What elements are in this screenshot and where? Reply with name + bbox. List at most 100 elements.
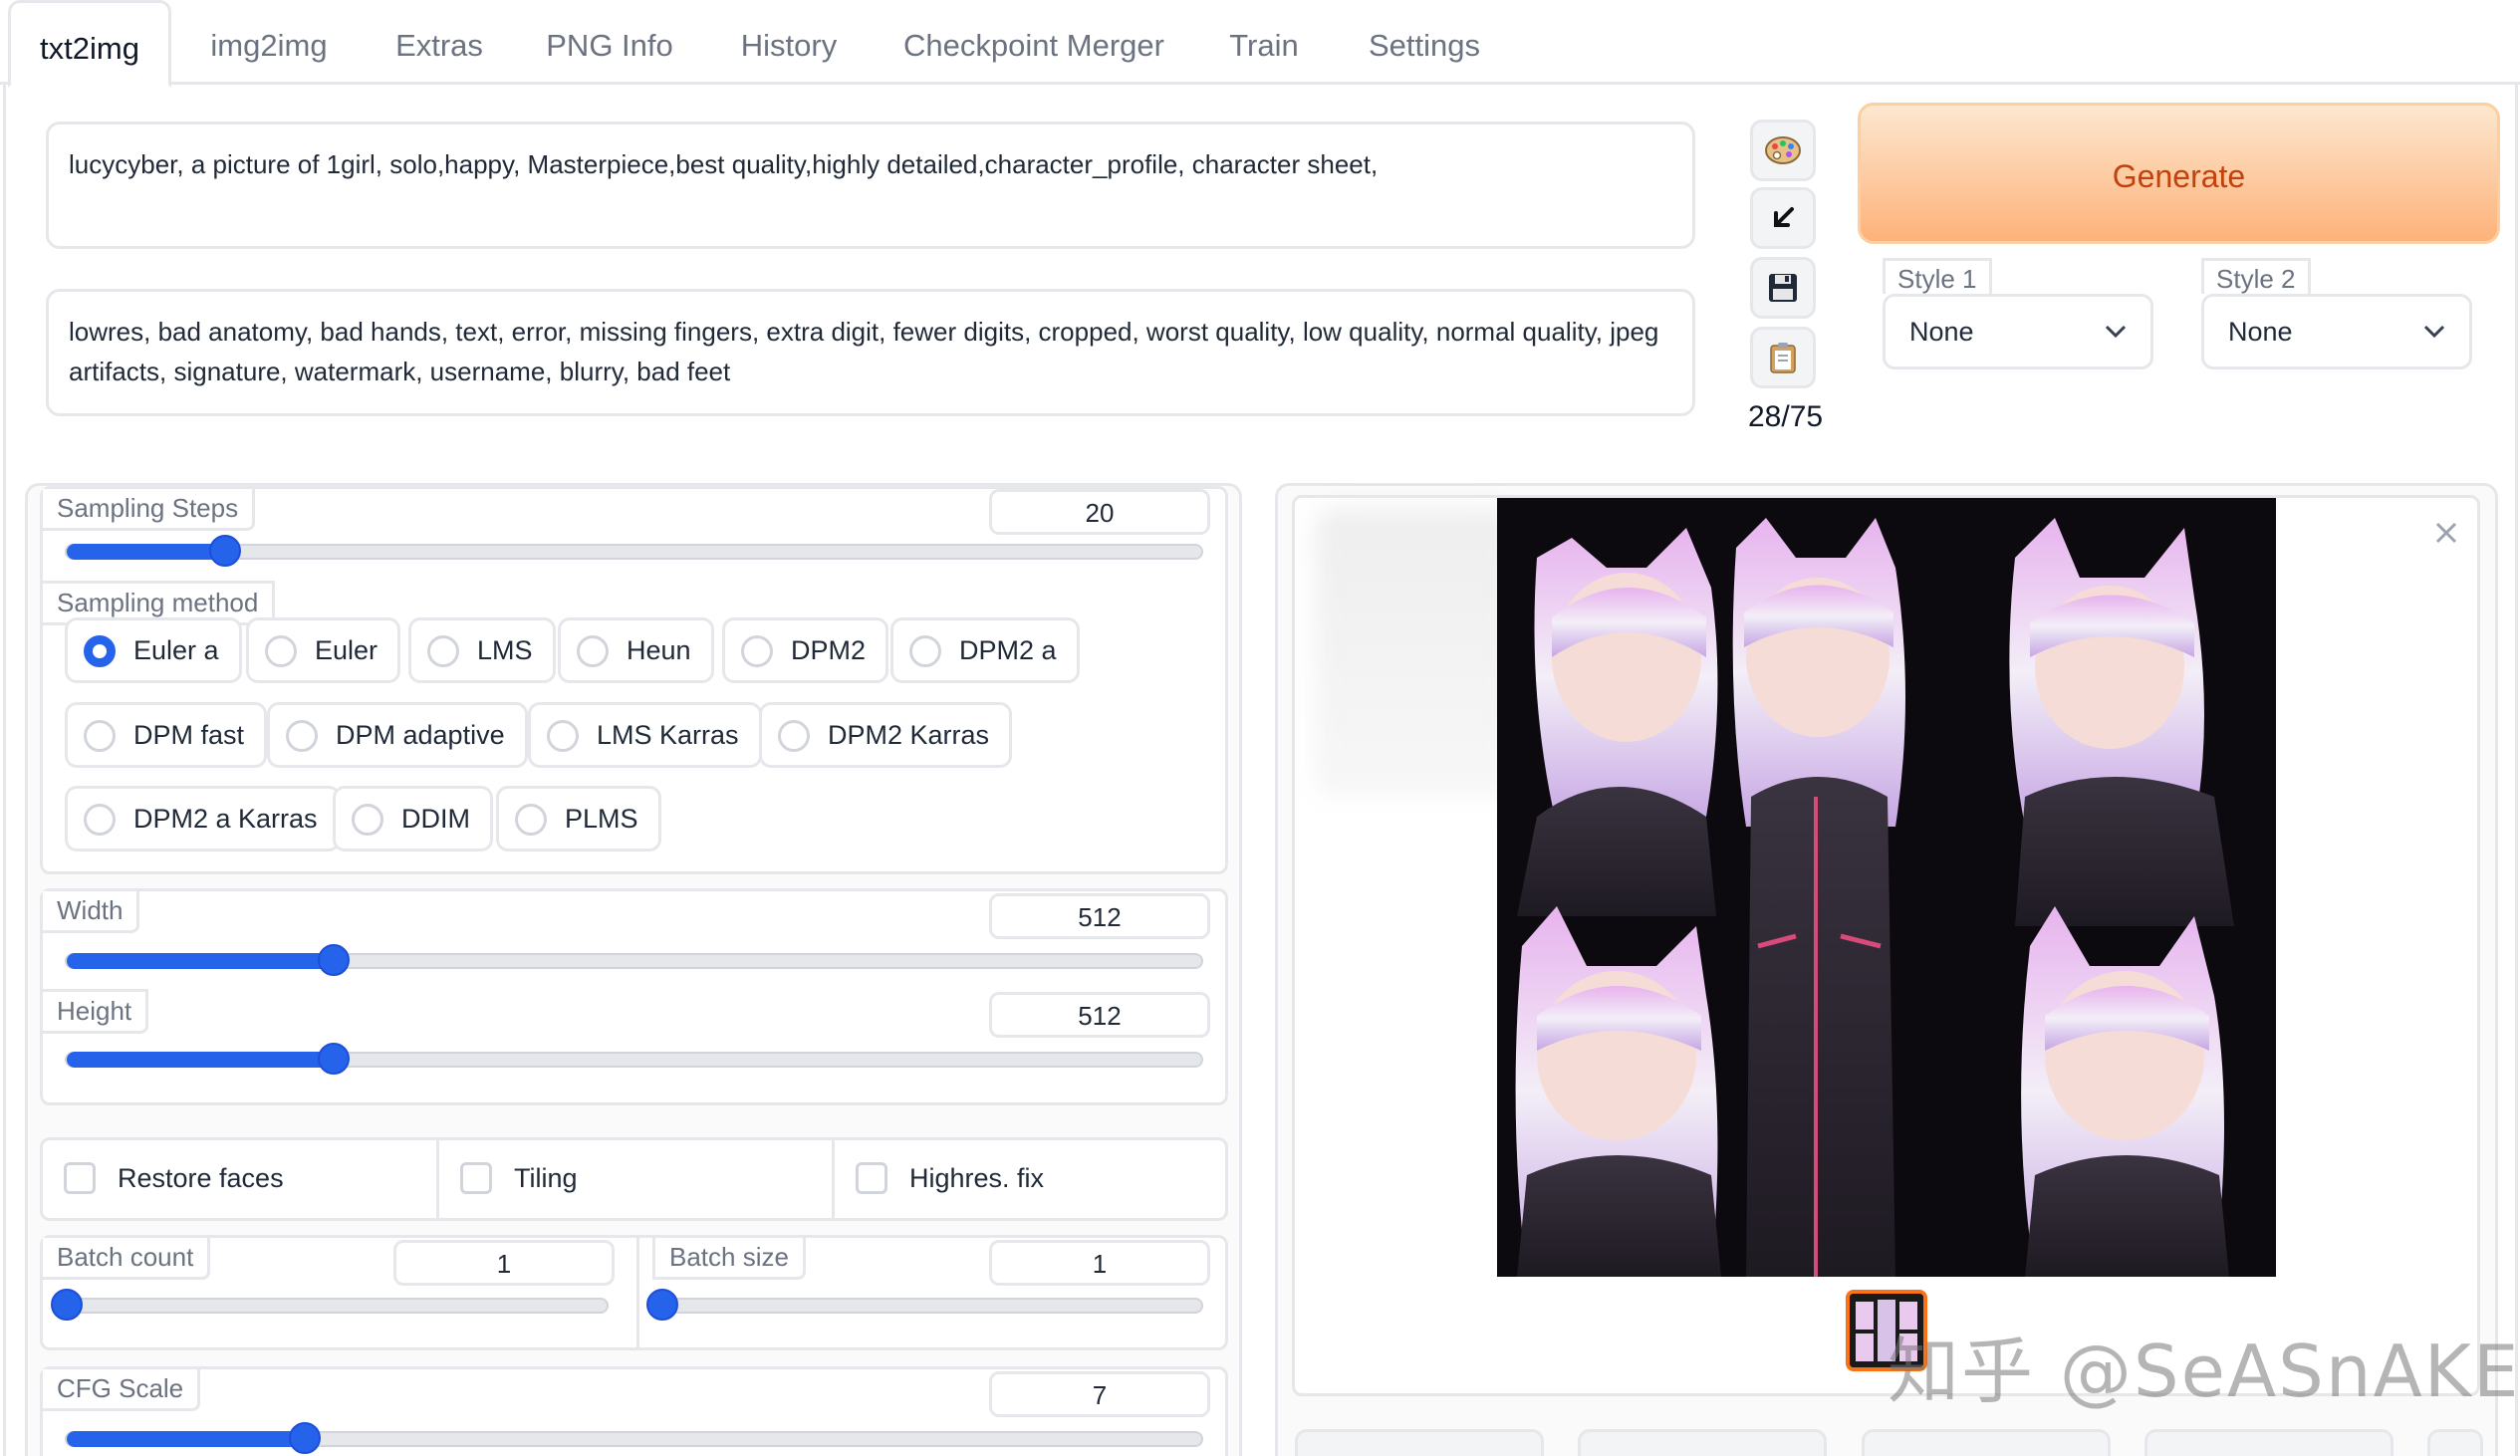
watermark: 知乎 @SeASnAKE [1888, 1330, 2520, 1413]
sampling-steps-fill [67, 544, 226, 560]
negative-prompt-text: lowres, bad anatomy, bad hands, text, er… [69, 317, 1659, 386]
checkbox-label: Tiling [514, 1163, 578, 1193]
style1-select[interactable]: None [1883, 294, 2153, 369]
width-input[interactable]: 512 [989, 893, 1210, 939]
tab-label: Extras [395, 28, 483, 63]
sampling-steps-handle[interactable] [209, 535, 242, 567]
radio-plms[interactable]: PLMS [496, 786, 661, 851]
tab-label: History [740, 28, 838, 63]
radio-label: DPM2 Karras [828, 720, 990, 750]
radio-dpm2-karras[interactable]: DPM2 Karras [759, 702, 1013, 768]
negative-prompt-input[interactable]: lowres, bad anatomy, bad hands, text, er… [46, 289, 1695, 416]
batch-block: Batch count 1 Batch size 1 [40, 1235, 1228, 1350]
tab-label: img2img [210, 28, 328, 63]
batch-size-label: Batch size [652, 1238, 806, 1280]
tab-txt2img[interactable]: txt2img [8, 0, 171, 88]
batch-size-input[interactable]: 1 [989, 1240, 1210, 1286]
radio-label: Euler a [133, 635, 219, 665]
radio-euler-a[interactable]: Euler a [65, 617, 242, 683]
sampling-steps-label: Sampling Steps [43, 489, 256, 531]
read-params-button[interactable] [1750, 187, 1816, 249]
height-fill [67, 1052, 334, 1068]
batch-size-handle[interactable] [646, 1289, 678, 1321]
width-handle[interactable] [317, 944, 350, 976]
tab-settings[interactable]: Settings [1347, 0, 1502, 85]
cfg-scale-input[interactable]: 7 [989, 1371, 1210, 1417]
tab-train[interactable]: Train [1209, 0, 1319, 85]
radio-dot [577, 635, 609, 667]
send-button[interactable] [1578, 1429, 1827, 1456]
radio-dpm-fast[interactable]: DPM fast [65, 702, 268, 768]
generated-image[interactable] [1497, 498, 2276, 1277]
restore-faces-checkbox[interactable]: Restore faces [64, 1158, 284, 1198]
radio-dot [778, 720, 810, 752]
tab-bar: txt2img img2img Extras PNG Info History … [0, 0, 2520, 88]
highres-fix-checkbox[interactable]: Highres. fix [856, 1158, 1044, 1198]
tab-label: txt2img [40, 31, 139, 66]
radio-dpm2-a[interactable]: DPM2 a [890, 617, 1080, 683]
batch-size-slider[interactable] [646, 1289, 1203, 1321]
radio-dpm2-a-karras[interactable]: DPM2 a Karras [65, 786, 341, 851]
sampling-steps-input[interactable]: 20 [989, 489, 1210, 535]
radio-dpm2[interactable]: DPM2 [722, 617, 889, 683]
tab-img2img[interactable]: img2img [189, 0, 349, 85]
prompt-input[interactable]: lucycyber, a picture of 1girl, solo,happ… [46, 121, 1695, 249]
send-button[interactable] [1295, 1429, 1544, 1456]
send-button[interactable] [1862, 1429, 2111, 1456]
checkbox-label: Restore faces [118, 1163, 284, 1193]
radio-label: DDIM [401, 804, 470, 834]
generate-button[interactable]: Generate [1858, 103, 2500, 244]
width-slider[interactable] [65, 944, 1203, 976]
radio-ddim[interactable]: DDIM [333, 786, 493, 851]
tab-label: Settings [1368, 28, 1480, 63]
radio-lms-karras[interactable]: LMS Karras [528, 702, 762, 768]
radio-label: PLMS [565, 804, 638, 834]
height-handle[interactable] [317, 1043, 350, 1075]
width-fill [67, 953, 334, 969]
clipboard-icon [1770, 343, 1796, 373]
tab-extras[interactable]: Extras [377, 0, 502, 85]
radio-lms[interactable]: LMS [408, 617, 556, 683]
radio-dot [84, 720, 116, 752]
style1-value: None [1909, 317, 1974, 347]
batch-count-handle[interactable] [51, 1289, 83, 1321]
sampling-steps-slider[interactable] [65, 535, 1203, 567]
radio-dot [547, 720, 579, 752]
send-button[interactable] [2427, 1429, 2483, 1456]
radio-dpm-adaptive[interactable]: DPM adaptive [267, 702, 528, 768]
style2-value: None [2228, 317, 2293, 347]
tiling-checkbox[interactable]: Tiling [460, 1158, 578, 1198]
prompt-text: lucycyber, a picture of 1girl, solo,happ… [69, 149, 1379, 179]
cfg-scale-slider[interactable] [65, 1422, 1203, 1454]
save-style-button[interactable] [1750, 257, 1816, 319]
height-slider[interactable] [65, 1043, 1203, 1075]
checkbox-box [64, 1162, 96, 1194]
style2-select[interactable]: None [2201, 294, 2472, 369]
radio-dot [84, 635, 116, 667]
radio-euler[interactable]: Euler [246, 617, 401, 683]
arrow-down-left-icon [1774, 207, 1794, 227]
tab-png-info[interactable]: PNG Info [530, 0, 689, 85]
chevron-down-icon [2421, 297, 2447, 392]
cfg-scale-label: CFG Scale [43, 1369, 201, 1411]
tab-label: Checkpoint Merger [903, 28, 1164, 63]
radio-heun[interactable]: Heun [558, 617, 714, 683]
batch-count-label: Batch count [43, 1238, 211, 1280]
batch-count-input[interactable]: 1 [393, 1240, 615, 1286]
radio-label: LMS [477, 635, 533, 665]
tab-history[interactable]: History [719, 0, 859, 85]
tab-checkpoint-merger[interactable]: Checkpoint Merger [886, 0, 1181, 85]
blurred-preview [1315, 508, 1514, 797]
batch-count-slider[interactable] [51, 1289, 609, 1321]
apply-style-button[interactable] [1750, 327, 1816, 388]
send-button[interactable] [2144, 1429, 2394, 1456]
radio-dot [84, 804, 116, 836]
radio-dot [265, 635, 297, 667]
close-image-button[interactable] [2426, 513, 2466, 553]
radio-label: DPM fast [133, 720, 245, 750]
cfg-scale-handle[interactable] [289, 1422, 322, 1454]
radio-label: LMS Karras [597, 720, 739, 750]
height-input[interactable]: 512 [989, 992, 1210, 1038]
divider [436, 1140, 439, 1218]
palette-button[interactable] [1750, 120, 1816, 181]
